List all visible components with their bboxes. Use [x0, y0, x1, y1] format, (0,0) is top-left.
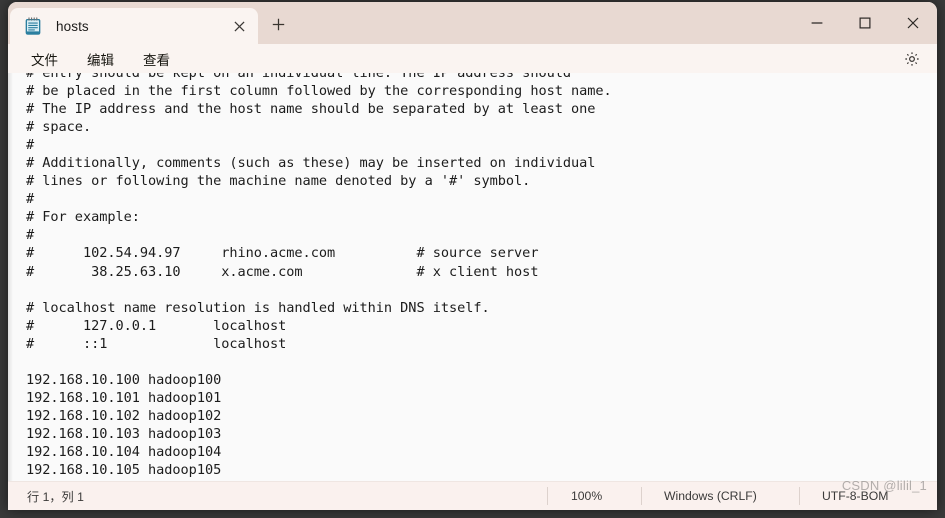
text-line: # entry should be kept on an individual …: [26, 73, 571, 81]
plus-icon: [272, 18, 285, 31]
text-line: #: [26, 227, 35, 244]
tab-title: hosts: [56, 18, 89, 34]
window-controls: [793, 2, 937, 44]
text-line: 192.168.10.102 hadoop102: [26, 407, 222, 424]
menu-item-view[interactable]: 查看: [134, 46, 179, 72]
maximize-icon: [859, 17, 871, 29]
notepad-window: hosts 文件 编辑 查看 # entry should be kept on…: [8, 2, 937, 510]
text-line: 192.168.10.105 hadoop105: [26, 462, 222, 479]
text-line: # The IP address and the host name shoul…: [26, 101, 596, 118]
screen: hosts 文件 编辑 查看 # entry should be kept on…: [0, 0, 945, 518]
text-line: # 102.54.94.97 rhino.acme.com # source s…: [26, 245, 539, 262]
menu-item-file[interactable]: 文件: [22, 46, 67, 72]
menu-bar: 文件 编辑 查看: [8, 44, 937, 73]
close-icon: [907, 17, 919, 29]
text-line: # localhost name resolution is handled w…: [26, 299, 490, 316]
text-line: #: [26, 137, 35, 154]
text-line: [26, 281, 937, 299]
line-ending[interactable]: Windows (CRLF): [641, 487, 799, 505]
text-line: 192.168.10.100 hadoop100: [26, 371, 222, 388]
minimize-button[interactable]: [793, 2, 841, 44]
new-tab-button[interactable]: [260, 6, 296, 42]
text-line: # be placed in the first column followed…: [26, 83, 612, 100]
menu-item-edit[interactable]: 编辑: [78, 46, 123, 72]
text-line: # lines or following the machine name de…: [26, 173, 531, 190]
tab-hosts[interactable]: hosts: [10, 8, 258, 44]
text-line: # Additionally, comments (such as these)…: [26, 155, 596, 172]
encoding[interactable]: UTF-8-BOM: [799, 487, 937, 505]
title-bar: hosts: [8, 2, 937, 44]
text-line: # space.: [26, 119, 92, 136]
settings-button[interactable]: [899, 46, 925, 72]
zoom-level[interactable]: 100%: [547, 487, 641, 505]
text-line: 192.168.10.101 hadoop101: [26, 389, 222, 406]
maximize-button[interactable]: [841, 2, 889, 44]
text-line: # For example:: [26, 209, 140, 226]
tab-strip: hosts: [8, 2, 296, 44]
text-line: 192.168.10.103 hadoop103: [26, 425, 222, 442]
gear-icon: [904, 51, 920, 67]
close-window-button[interactable]: [889, 2, 937, 44]
status-bar: 行 1，列 1 100% Windows (CRLF) UTF-8-BOM: [8, 481, 937, 510]
close-icon[interactable]: [226, 13, 252, 39]
text-editor-area[interactable]: # entry should be kept on an individual …: [8, 73, 937, 481]
text-line: # 127.0.0.1 localhost: [26, 317, 287, 334]
text-line: # 38.25.63.10 x.acme.com # x client host: [26, 263, 539, 280]
text-content[interactable]: # entry should be kept on an individual …: [8, 73, 937, 479]
notepad-icon: [24, 16, 42, 36]
text-line: 192.168.10.104 hadoop104: [26, 443, 222, 460]
text-line: [26, 353, 937, 371]
text-line: # ::1 localhost: [26, 335, 287, 352]
minimize-icon: [811, 17, 823, 29]
text-line: #: [26, 191, 35, 208]
cursor-position: 行 1，列 1: [27, 490, 84, 504]
